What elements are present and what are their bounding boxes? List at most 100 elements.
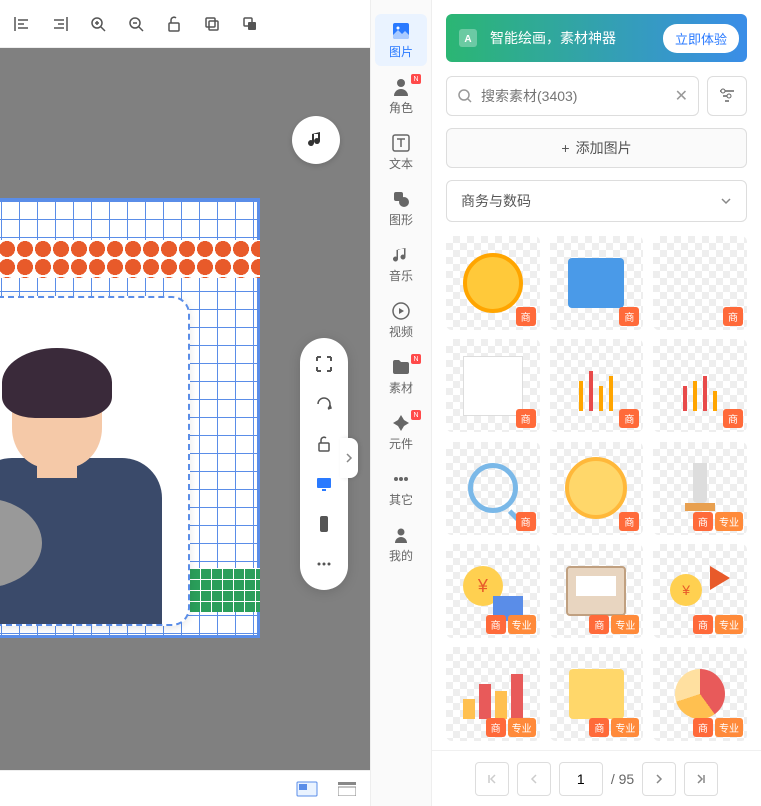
pagination: / 95 xyxy=(432,750,761,806)
commercial-badge: 商 xyxy=(723,307,743,326)
screen-mobile-tool[interactable] xyxy=(312,512,336,536)
slide-view-button[interactable] xyxy=(296,780,318,798)
commercial-badge: 商 xyxy=(516,512,536,531)
page-first-button[interactable] xyxy=(475,762,509,796)
dots-icon xyxy=(391,469,411,489)
asset-computer[interactable]: 商专业 xyxy=(550,544,644,638)
add-image-button[interactable]: + 添加图片 xyxy=(446,128,747,168)
shape-icon xyxy=(391,189,411,209)
rotate-tool[interactable] xyxy=(312,392,336,416)
unlock-tool[interactable] xyxy=(162,12,186,36)
pro-badge: 专业 xyxy=(508,718,536,737)
asset-grid: 商 商 商 商 商 商 商 商 商专业 ¥商专业 商专业 ¥商专业 商专业 商专… xyxy=(446,236,747,750)
screen-desktop-tool[interactable] xyxy=(312,472,336,496)
promo-banner: A 智能绘画，素材神器 立即体验 xyxy=(446,14,747,62)
new-badge: N xyxy=(411,74,421,84)
canvas-area xyxy=(0,0,370,806)
lock-tool[interactable] xyxy=(312,432,336,456)
align-right-tool[interactable] xyxy=(48,12,72,36)
image-icon xyxy=(391,21,411,41)
nav-other[interactable]: 其它 xyxy=(375,462,427,514)
commercial-badge: 商 xyxy=(619,409,639,428)
chevron-right-icon xyxy=(345,452,353,464)
nav-character[interactable]: N 角色 xyxy=(375,70,427,122)
nav-label: 视频 xyxy=(389,323,413,340)
asset-magnifier[interactable]: 商 xyxy=(446,442,540,536)
asset-bar-chart[interactable]: 商专业 xyxy=(446,647,540,741)
page-last-button[interactable] xyxy=(684,762,718,796)
nav-image[interactable]: 图片 xyxy=(375,14,427,66)
asset-money[interactable]: ¥商专业 xyxy=(446,544,540,638)
zoom-out-tool[interactable] xyxy=(124,12,148,36)
canvas-white-card[interactable] xyxy=(0,296,190,626)
asset-blue-note[interactable]: 商 xyxy=(550,236,644,330)
ai-icon: A xyxy=(454,24,482,52)
asset-coin-arrow[interactable]: ¥商专业 xyxy=(653,544,747,638)
pro-badge: 专业 xyxy=(611,615,639,634)
nav-material[interactable]: N 素材 xyxy=(375,350,427,402)
zoom-in-tool[interactable] xyxy=(86,12,110,36)
commercial-badge: 商 xyxy=(619,307,639,326)
commercial-badge: 商 xyxy=(516,409,536,428)
category-select[interactable]: 商务与数码 xyxy=(446,180,747,222)
nav-component[interactable]: N 元件 xyxy=(375,406,427,458)
svg-text:A: A xyxy=(464,34,471,45)
nav-video[interactable]: 视频 xyxy=(375,294,427,346)
commercial-badge: 商 xyxy=(486,615,506,634)
filter-icon xyxy=(718,87,736,105)
search-row: ✕ xyxy=(446,76,747,116)
music-icon xyxy=(306,130,326,150)
page-input[interactable] xyxy=(559,762,603,796)
nav-music[interactable]: 音乐 xyxy=(375,238,427,290)
nav-label: 文本 xyxy=(389,155,413,172)
pro-badge: 专业 xyxy=(715,512,743,531)
page-prev-button[interactable] xyxy=(517,762,551,796)
filter-button[interactable] xyxy=(707,76,747,116)
commercial-badge: 商 xyxy=(589,615,609,634)
add-button-label: 添加图片 xyxy=(576,138,632,158)
asset-pie-chart[interactable]: 商专业 xyxy=(653,647,747,741)
more-tool[interactable] xyxy=(312,552,336,576)
asset-gold-coin[interactable]: 商 xyxy=(446,236,540,330)
commercial-badge: 商 xyxy=(693,615,713,634)
asset-candlestick-1[interactable]: 商 xyxy=(550,339,644,433)
page-total: / 95 xyxy=(611,771,634,787)
expand-handle[interactable] xyxy=(340,438,358,478)
asset-gift[interactable]: 商专业 xyxy=(550,647,644,741)
commercial-badge: 商 xyxy=(723,409,743,428)
layout-view-button[interactable] xyxy=(336,780,358,798)
nav-label: 图形 xyxy=(389,211,413,228)
nav-text[interactable]: 文本 xyxy=(375,126,427,178)
nav-mine[interactable]: 我的 xyxy=(375,518,427,570)
nav-label: 其它 xyxy=(389,491,413,508)
asset-lab[interactable]: 商专业 xyxy=(653,442,747,536)
nav-label: 素材 xyxy=(389,379,413,396)
asset-blank[interactable]: 商 xyxy=(653,236,747,330)
copy-tool[interactable] xyxy=(200,12,224,36)
nav-shape[interactable]: 图形 xyxy=(375,182,427,234)
music-button[interactable] xyxy=(292,116,340,164)
nav-label: 音乐 xyxy=(389,267,413,284)
asset-white-card[interactable]: 商 xyxy=(446,339,540,433)
category-label: 商务与数码 xyxy=(461,191,531,211)
nav-column: 图片 N 角色 文本 图形 音乐 视频 N 素材 N 元件 其它 我的 xyxy=(370,0,432,806)
clear-search-button[interactable]: ✕ xyxy=(675,86,688,106)
align-left-tool[interactable] xyxy=(10,12,34,36)
new-badge: N xyxy=(411,410,421,420)
right-panel: A 智能绘画，素材神器 立即体验 ✕ + 添加图片 商务与数码 商 商 商 商 … xyxy=(432,0,761,806)
asset-candlestick-2[interactable]: 商 xyxy=(653,339,747,433)
search-box: ✕ xyxy=(446,76,699,116)
asset-gold-coin-2[interactable]: 商 xyxy=(550,442,644,536)
commercial-badge: 商 xyxy=(589,718,609,737)
paste-tool[interactable] xyxy=(238,12,262,36)
pro-badge: 专业 xyxy=(715,718,743,737)
fullscreen-tool[interactable] xyxy=(312,352,336,376)
page-next-button[interactable] xyxy=(642,762,676,796)
promo-cta-button[interactable]: 立即体验 xyxy=(663,24,739,53)
canvas-content[interactable] xyxy=(0,48,370,770)
pro-badge: 专业 xyxy=(715,615,743,634)
search-input[interactable] xyxy=(481,88,667,104)
nav-label: 我的 xyxy=(389,547,413,564)
nav-label: 元件 xyxy=(389,435,413,452)
pinwheel-icon xyxy=(391,413,411,433)
